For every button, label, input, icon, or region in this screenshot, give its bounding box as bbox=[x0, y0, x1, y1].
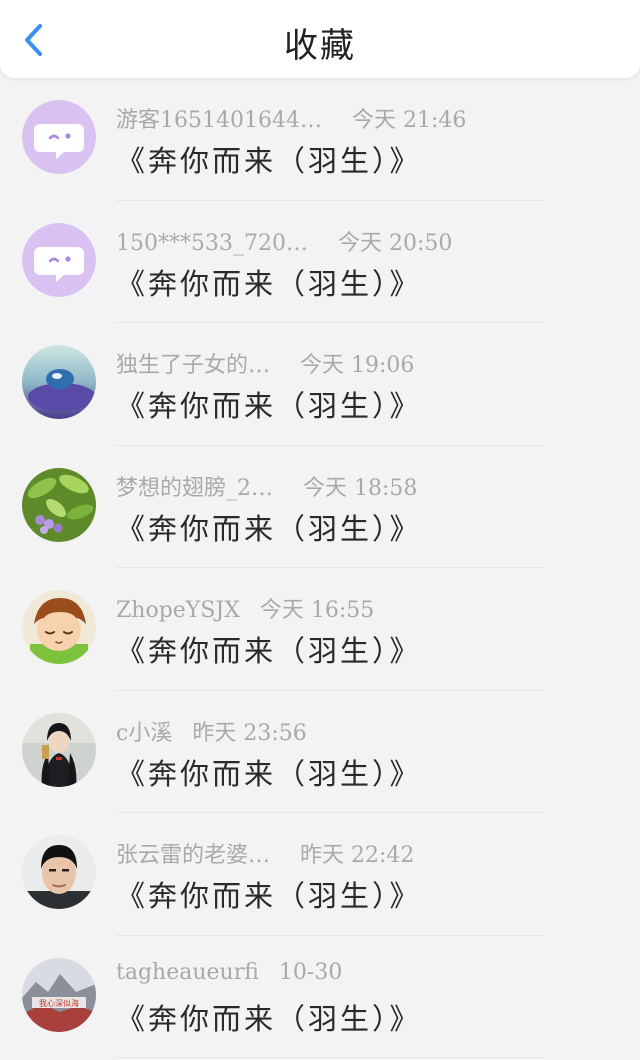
song-title[interactable]: 《奔你而来（羽生）》 bbox=[116, 996, 422, 1038]
list-item[interactable]: 张云雷的老婆… 昨天 22:42 《奔你而来（羽生）》 bbox=[0, 813, 640, 936]
timestamp: 昨天 23:56 bbox=[192, 720, 307, 746]
costume-character-avatar[interactable] bbox=[22, 712, 96, 787]
song-title[interactable]: 《奔你而来（羽生）》 bbox=[116, 261, 422, 303]
timestamp: 昨天 22:42 bbox=[300, 843, 415, 868]
song-title[interactable]: 《奔你而来（羽生）》 bbox=[116, 873, 422, 915]
item-meta: tagheaueurfi 10-30 bbox=[116, 960, 342, 985]
timestamp: 今天 18:58 bbox=[303, 475, 418, 501]
username[interactable]: 游客1651401644… bbox=[116, 108, 322, 133]
item-meta: 梦想的翅膀_2… 今天 18:58 bbox=[116, 470, 417, 502]
timestamp: 10-30 bbox=[278, 959, 343, 985]
default-chat-avatar-icon[interactable] bbox=[22, 100, 96, 174]
song-title[interactable]: 《奔你而来（羽生）》 bbox=[116, 628, 422, 670]
water-drop-avatar[interactable] bbox=[22, 345, 96, 419]
list-item[interactable]: c小溪 昨天 23:56 《奔你而来（羽生）》 bbox=[0, 691, 640, 813]
avatar-caption: 我心深似海 bbox=[39, 998, 79, 1008]
divider bbox=[116, 1057, 544, 1058]
username[interactable]: tagheaueurfi bbox=[116, 960, 259, 985]
username[interactable]: 独生了子女的… bbox=[116, 353, 270, 378]
item-meta: c小溪 昨天 23:56 bbox=[116, 715, 307, 747]
landscape-text-avatar[interactable]: 我心深似海 bbox=[22, 957, 96, 1032]
list-item[interactable]: 梦想的翅膀_2… 今天 18:58 《奔你而来（羽生）》 bbox=[0, 446, 640, 568]
item-meta: 张云雷的老婆… 昨天 22:42 bbox=[116, 837, 414, 869]
list-item[interactable]: 我心深似海 tagheaueurfi 10-30 《奔你而来（羽生）》 bbox=[0, 936, 640, 1058]
item-meta: ZhopeYSJX 今天 16:55 bbox=[116, 592, 374, 624]
username[interactable]: 150***533_720… bbox=[116, 231, 308, 256]
cartoon-boy-avatar[interactable] bbox=[22, 590, 96, 664]
default-chat-avatar-icon[interactable] bbox=[22, 222, 96, 297]
top-bar: 收藏 bbox=[0, 0, 640, 78]
list-item[interactable]: 150***533_720… 今天 20:50 《奔你而来（羽生）》 bbox=[0, 201, 640, 323]
list-item[interactable]: 游客1651401644… 今天 21:46 《奔你而来（羽生）》 bbox=[0, 78, 640, 201]
item-meta: 独生了子女的… 今天 19:06 bbox=[116, 347, 414, 379]
purple-flower-avatar[interactable] bbox=[22, 467, 96, 542]
username[interactable]: ZhopeYSJX bbox=[116, 598, 240, 623]
list-item[interactable]: ZhopeYSJX 今天 16:55 《奔你而来（羽生）》 bbox=[0, 568, 640, 691]
timestamp: 今天 21:46 bbox=[351, 108, 467, 133]
song-title[interactable]: 《奔你而来（羽生）》 bbox=[116, 383, 422, 425]
list-item[interactable]: 独生了子女的… 今天 19:06 《奔你而来（羽生）》 bbox=[0, 323, 640, 446]
song-title[interactable]: 《奔你而来（羽生）》 bbox=[116, 138, 422, 180]
man-portrait-avatar[interactable] bbox=[22, 835, 96, 909]
timestamp: 今天 20:50 bbox=[337, 230, 453, 256]
item-meta: 游客1651401644… 今天 21:46 bbox=[116, 102, 466, 134]
song-title[interactable]: 《奔你而来（羽生）》 bbox=[116, 751, 422, 793]
username[interactable]: 张云雷的老婆… bbox=[116, 843, 270, 868]
item-meta: 150***533_720… 今天 20:50 bbox=[116, 225, 452, 257]
timestamp: 今天 19:06 bbox=[300, 353, 415, 378]
username[interactable]: 梦想的翅膀_2… bbox=[116, 476, 273, 501]
timestamp: 今天 16:55 bbox=[259, 598, 375, 623]
page-title: 收藏 bbox=[284, 26, 356, 66]
song-title[interactable]: 《奔你而来（羽生）》 bbox=[116, 506, 422, 548]
favorites-page: 收藏 游客1651401644… 今天 21:46 《奔你而来（羽生）》 150… bbox=[0, 0, 640, 1060]
username[interactable]: c小溪 bbox=[116, 721, 172, 746]
favorites-list: 游客1651401644… 今天 21:46 《奔你而来（羽生）》 150***5… bbox=[0, 78, 640, 1058]
